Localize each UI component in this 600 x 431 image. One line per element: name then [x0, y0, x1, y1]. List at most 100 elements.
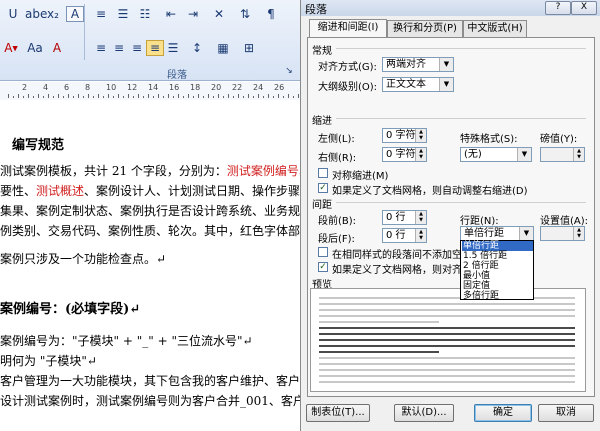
preview-text-line [319, 363, 575, 365]
ruler-tick [18, 94, 19, 98]
line-spacing-option[interactable]: 固定值 [462, 281, 533, 291]
ruler-tick [258, 94, 259, 98]
space-after-label: 段后(F): [318, 234, 355, 245]
ruler-tick [118, 94, 119, 98]
font-color-button[interactable]: A▼ [2, 40, 20, 56]
align-right-button[interactable]: ≡ [128, 40, 146, 56]
help-button[interactable]: ? [545, 1, 571, 15]
ruler-tick [198, 94, 199, 98]
ruler-tick [48, 94, 49, 98]
change-case-button[interactable]: Aa [26, 40, 44, 56]
no-space-same-style-checkbox[interactable] [318, 247, 328, 257]
ruler-number: 12 [127, 83, 138, 92]
line-spacing-select[interactable]: 单倍行距 ▼ [460, 226, 534, 241]
line-spacing-option[interactable]: 最小值 [462, 271, 533, 281]
bullet-list-button[interactable]: ≡ [92, 6, 110, 22]
indent-section-title: 缩进 [312, 116, 332, 127]
doc-line-6: 案例只涉及一个功能检查点。↵ [0, 252, 167, 266]
increase-indent-button[interactable]: ⇥ [184, 6, 202, 22]
spacing-at-spinner[interactable]: ▲ ▼ [540, 226, 585, 241]
line-spacing-option[interactable]: 单倍行距 [462, 241, 533, 251]
ruler-tick [133, 96, 134, 98]
ruler-tick [188, 94, 189, 98]
spin-arrows-icon[interactable]: ▲ ▼ [573, 148, 584, 161]
spin-arrows-icon[interactable]: ▲ ▼ [415, 229, 426, 242]
ruler-tick [208, 94, 209, 98]
ruler-number: 22 [232, 83, 243, 92]
border-button[interactable]: ⊞ [240, 40, 258, 56]
spin-arrows-icon[interactable]: ▲ ▼ [573, 227, 584, 240]
doc-heading-2: 案例编号：(必填字段)↵ [0, 302, 141, 317]
space-before-spinner[interactable]: 0 行 ▲ ▼ [382, 210, 427, 225]
numbered-list-button[interactable]: ☰ [114, 6, 132, 22]
section-divider [336, 118, 586, 119]
line-spacing-label: 行距(N): [460, 216, 499, 227]
special-indent-select[interactable]: (无) ▼ [460, 147, 532, 162]
preview-text-line [319, 327, 575, 329]
spin-arrows-icon[interactable]: ▲ ▼ [415, 211, 426, 224]
spin-arrows-icon[interactable]: ▲ ▼ [415, 148, 426, 161]
indent-by-spinner[interactable]: ▲ ▼ [540, 147, 585, 162]
ruler-tick [278, 94, 279, 98]
align-left-button[interactable]: ≡ [92, 40, 110, 56]
doc-text: 要性、 [0, 184, 37, 198]
right-indent-spinner[interactable]: 0 字符 ▲ ▼ [382, 147, 427, 162]
line-spacing-button[interactable]: ↕ [188, 40, 206, 56]
decrease-indent-button[interactable]: ⇤ [162, 6, 180, 22]
spin-arrows-icon[interactable]: ▲ ▼ [415, 129, 426, 142]
shading-button[interactable]: ▦ [214, 40, 232, 56]
doc-heading-1: 编写规范 [12, 138, 65, 153]
ok-button[interactable]: 确定 [474, 404, 532, 422]
subscript-button[interactable]: x₂ [44, 6, 62, 22]
outline-level-select[interactable]: 正文文本 ▼ [382, 77, 454, 92]
line-spacing-option[interactable]: 2 倍行距 [462, 261, 533, 271]
close-button[interactable]: X [571, 1, 597, 15]
ribbon-separator [84, 4, 85, 60]
dialog-launcher-icon[interactable]: ↘ [282, 64, 296, 78]
tab-line-page-breaks[interactable]: 换行和分页(P) [387, 20, 463, 37]
distributed-button[interactable]: ☰ [164, 40, 182, 56]
char-shading-button[interactable]: A [48, 40, 66, 56]
line-spacing-option[interactable]: 多倍行距 [462, 291, 533, 301]
chevron-down-icon: ▼ [519, 227, 533, 240]
ruler-number: 10 [106, 83, 117, 92]
preview-text-line [319, 333, 575, 335]
dialog-titlebar[interactable]: 段落 ? X [301, 0, 600, 16]
space-before-value: 0 行 [386, 212, 406, 223]
char-border-button[interactable]: A [66, 6, 84, 22]
ruler-tick [243, 96, 244, 98]
ruler-tick [38, 94, 39, 98]
tab-indent-spacing[interactable]: 缩进和间距(I) [309, 19, 387, 38]
horizontal-ruler[interactable]: 2 4 6 8 10 12 14 16 18 20 22 24 26 [0, 82, 304, 101]
align-justify-button[interactable]: ≡ [146, 40, 164, 56]
strikethrough-button[interactable]: abe [24, 6, 47, 22]
general-section-title: 常规 [312, 46, 332, 57]
ruler-number: 24 [253, 83, 264, 92]
chinese-layout-button[interactable]: ✕ [210, 6, 228, 22]
alignment-select[interactable]: 两端对齐 ▼ [382, 57, 454, 72]
change-case-letter: Aa [27, 41, 43, 55]
bold-button[interactable]: U [4, 6, 22, 22]
right-indent-label: 右侧(R): [318, 153, 357, 164]
ruler-tick [28, 94, 29, 98]
chevron-down-icon: ▼ [517, 148, 531, 161]
tabs-button[interactable]: 制表位(T)... [306, 404, 370, 422]
line-spacing-value: 单倍行距 [464, 228, 504, 239]
ruler-tick [108, 94, 109, 98]
snap-to-grid-checkbox[interactable]: ✓ [318, 262, 328, 272]
show-marks-button[interactable]: ¶ [262, 6, 280, 22]
document-page[interactable]: 编写规范 测试案例模板，共计 21 个字段，分别为：测试案例编号、需求 要性、测… [0, 100, 336, 431]
tab-asian-typography[interactable]: 中文版式(H) [463, 20, 527, 37]
set-default-button[interactable]: 默认(D)... [394, 404, 454, 422]
left-indent-spinner[interactable]: 0 字符 ▲ ▼ [382, 128, 427, 143]
sort-button[interactable]: ⇅ [236, 6, 254, 22]
cancel-button[interactable]: 取消 [538, 404, 594, 422]
preview-text-line [319, 375, 575, 377]
line-spacing-option[interactable]: 1.5 倍行距 [462, 251, 533, 261]
multilevel-list-button[interactable]: ☷ [136, 6, 154, 22]
space-after-spinner[interactable]: 0 行 ▲ ▼ [382, 228, 427, 243]
align-center-button[interactable]: ≡ [110, 40, 128, 56]
auto-adjust-checkbox[interactable]: ✓ [318, 183, 328, 193]
mirror-indent-checkbox[interactable] [318, 168, 328, 178]
ruler-tick [253, 96, 254, 98]
